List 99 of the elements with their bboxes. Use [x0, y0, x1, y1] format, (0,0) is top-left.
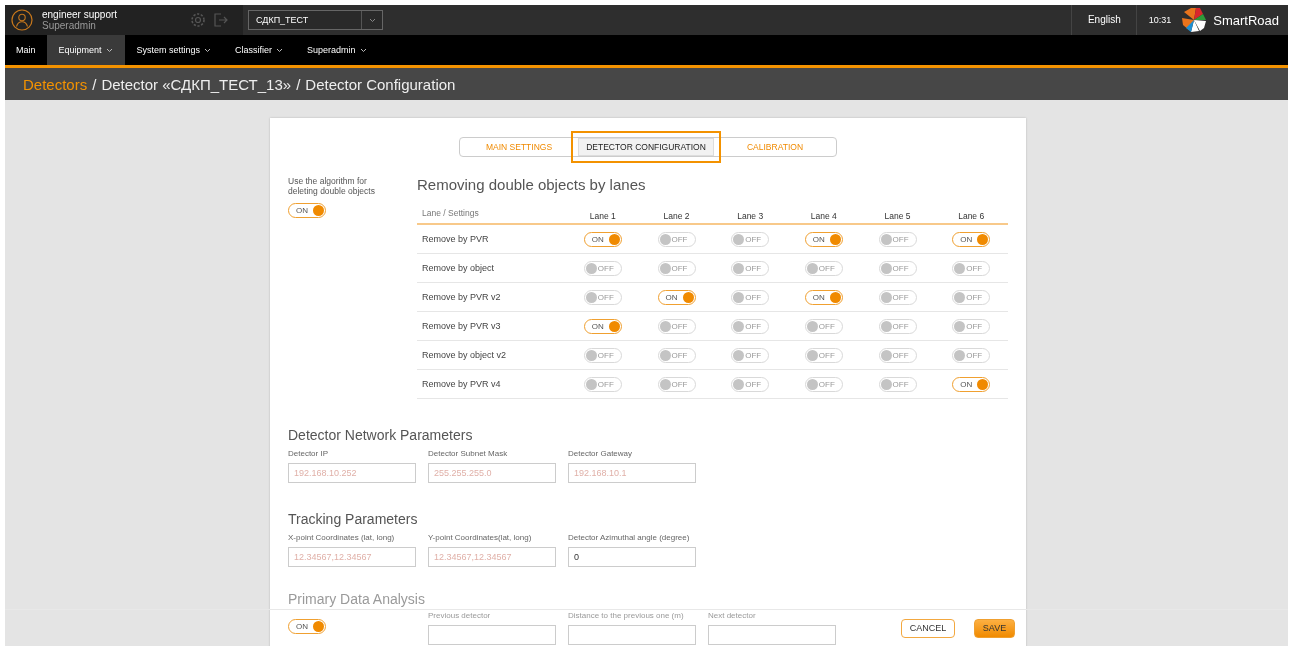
section-title: Tracking Parameters: [288, 511, 419, 527]
toggle-switch[interactable]: OFF: [583, 289, 622, 305]
toggle-switch[interactable]: OFF: [731, 231, 770, 247]
column-header: Lane 6: [957, 210, 986, 221]
row-label: Remove by PVR v4: [421, 379, 502, 389]
setting-description: Use the algorithm for deleting double objects: [288, 176, 376, 196]
nav-menu-item[interactable]: System settings: [124, 35, 224, 65]
field-label: Y-point Coordinates(lat, long): [428, 533, 533, 544]
caret-icon: [204, 47, 212, 53]
input-field[interactable]: 12.34567,12.34567: [428, 547, 556, 567]
toggle-switch[interactable]: ON: [288, 619, 326, 634]
toggle-switch[interactable]: OFF: [878, 318, 917, 334]
toggle-switch[interactable]: OFF: [583, 376, 622, 392]
input-field[interactable]: 0: [568, 547, 696, 567]
toggle-switch[interactable]: OFF: [878, 260, 917, 276]
field-label: Detector Subnet Mask: [428, 449, 509, 460]
toggle-switch[interactable]: OFF: [952, 318, 991, 334]
toggle-switch[interactable]: OFF: [878, 347, 917, 363]
tab[interactable]: CALIBRATION: [714, 138, 836, 156]
column-header: Lane / Settings: [421, 208, 480, 218]
toggle-switch[interactable]: OFF: [878, 376, 917, 392]
column-header: Lane 1: [588, 210, 617, 221]
caret-icon: [105, 47, 113, 53]
toggle-switch[interactable]: OFF: [657, 376, 696, 392]
brand-name: SmartRoad: [1213, 12, 1279, 28]
input-field[interactable]: 192.168.10.252: [288, 463, 416, 483]
nav-menu-item[interactable]: Superadmin: [295, 35, 379, 65]
caret-icon: [276, 47, 284, 53]
toggle-switch[interactable]: ON: [804, 231, 843, 247]
toggle-switch[interactable]: OFF: [731, 318, 770, 334]
caret-icon: [359, 47, 367, 53]
toggle-switch[interactable]: ON: [952, 231, 991, 247]
toggle-switch[interactable]: ON: [583, 318, 622, 334]
breadcrumb-separator: /: [92, 75, 97, 93]
user-role: Superadmin: [42, 20, 96, 31]
toggle-switch[interactable]: OFF: [804, 376, 843, 392]
row-label: Remove by object v2: [421, 350, 508, 360]
row-label: Remove by PVR: [421, 234, 490, 244]
breadcrumb-link[interactable]: Detectors: [23, 75, 88, 93]
row-label: Remove by PVR v2: [421, 292, 502, 302]
column-header: Lane 3: [736, 210, 765, 221]
toggle-switch[interactable]: OFF: [878, 289, 917, 305]
field-label: Previous detector: [428, 611, 492, 622]
column-header: Lane 4: [809, 210, 838, 221]
toggle-switch[interactable]: OFF: [952, 347, 991, 363]
nav-menu-item[interactable]: Main: [5, 35, 47, 65]
input-field[interactable]: [428, 625, 556, 645]
toggle-switch[interactable]: OFF: [657, 318, 696, 334]
toggle-switch[interactable]: OFF: [731, 260, 770, 276]
breadcrumb-item: Detector Configuration: [305, 75, 456, 93]
toggle-switch[interactable]: OFF: [952, 289, 991, 305]
project-select[interactable]: СДКП_ТЕСТ: [248, 10, 383, 30]
nav-menu-item[interactable]: Classifier: [223, 35, 296, 65]
field-label: Detector Gateway: [568, 449, 634, 460]
toggle-switch[interactable]: OFF: [804, 260, 843, 276]
column-header: Lane 5: [883, 210, 912, 221]
toggle-switch[interactable]: OFF: [731, 347, 770, 363]
section-title: Removing double objects by lanes: [417, 176, 647, 193]
toggle-switch[interactable]: OFF: [878, 231, 917, 247]
field-label: Detector IP: [288, 449, 329, 460]
breadcrumb-separator: /: [296, 75, 301, 93]
user-name: engineer support: [42, 9, 119, 20]
field-label: Distance to the previous one (m): [568, 611, 685, 622]
toggle-switch[interactable]: ON: [804, 289, 843, 305]
breadcrumb-item: Detector «СДКП_ТЕСТ_13»: [101, 75, 292, 93]
field-label: Detector Azimuthal angle (degree): [568, 533, 691, 544]
input-field[interactable]: 192.168.10.1: [568, 463, 696, 483]
toggle-switch[interactable]: OFF: [657, 231, 696, 247]
nav-menu-item[interactable]: Equipment: [46, 35, 125, 65]
toggle-switch[interactable]: ON: [657, 289, 696, 305]
section-title: Primary Data Analysis: [288, 591, 426, 607]
toggle-switch[interactable]: OFF: [731, 376, 770, 392]
input-field[interactable]: 255.255.255.0: [428, 463, 556, 483]
settings-icon[interactable]: [190, 12, 206, 28]
toggle-switch[interactable]: ON: [952, 376, 991, 392]
input-field[interactable]: [568, 625, 696, 645]
toggle-switch[interactable]: ON: [288, 203, 326, 218]
logout-icon[interactable]: [212, 12, 228, 28]
section-title: Detector Network Parameters: [288, 427, 474, 443]
field-label: X-point Coordinates (lat, long): [288, 533, 396, 544]
toggle-switch[interactable]: OFF: [583, 347, 622, 363]
toggle-switch[interactable]: OFF: [804, 318, 843, 334]
toggle-switch[interactable]: OFF: [583, 260, 622, 276]
toggle-switch[interactable]: OFF: [952, 260, 991, 276]
row-label: Remove by object: [421, 263, 496, 273]
logo-icon: [1181, 7, 1208, 33]
caret-icon: [368, 17, 376, 23]
toggle-switch[interactable]: OFF: [731, 289, 770, 305]
toggle-switch[interactable]: OFF: [657, 260, 696, 276]
tab[interactable]: MAIN SETTINGS: [460, 138, 578, 156]
input-field[interactable]: [708, 625, 836, 645]
input-field[interactable]: 12.34567,12.34567: [288, 547, 416, 567]
toggle-switch[interactable]: OFF: [657, 347, 696, 363]
field-label: Next detector: [708, 611, 757, 622]
toggle-switch[interactable]: ON: [583, 231, 622, 247]
user-avatar-icon: [11, 9, 33, 31]
toggle-switch[interactable]: OFF: [804, 347, 843, 363]
row-label: Remove by PVR v3: [421, 321, 502, 331]
column-header: Lane 2: [662, 210, 691, 221]
